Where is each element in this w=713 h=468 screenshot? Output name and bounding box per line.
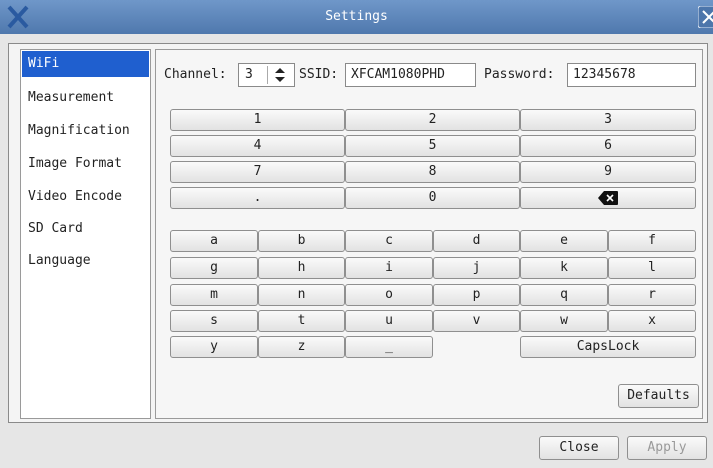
- key-l[interactable]: l: [608, 257, 696, 279]
- channel-spinbox[interactable]: 3: [238, 63, 295, 87]
- key-x[interactable]: x: [608, 310, 696, 332]
- sidebar-item-measurement[interactable]: Measurement: [22, 85, 149, 111]
- key-s[interactable]: s: [170, 310, 258, 332]
- sidebar-item-image-format[interactable]: Image Format: [22, 151, 149, 177]
- key-o[interactable]: o: [345, 284, 433, 306]
- key-5[interactable]: 5: [345, 135, 520, 157]
- key-c[interactable]: c: [345, 230, 433, 252]
- close-window-icon[interactable]: [698, 6, 713, 28]
- key-j[interactable]: j: [433, 257, 520, 279]
- channel-value: 3: [245, 67, 253, 82]
- key-6[interactable]: 6: [520, 135, 696, 157]
- key-r[interactable]: r: [608, 284, 696, 306]
- window-title: Settings: [325, 9, 388, 24]
- key-e[interactable]: e: [520, 230, 608, 252]
- settings-sidebar: WiFi Measurement Magnification Image For…: [20, 49, 151, 419]
- key-q[interactable]: q: [520, 284, 608, 306]
- password-field[interactable]: 12345678: [567, 63, 696, 87]
- sidebar-item-video-encode[interactable]: Video Encode: [22, 184, 149, 210]
- key-3[interactable]: 3: [520, 109, 696, 131]
- apply-button[interactable]: Apply: [627, 436, 707, 460]
- key-v[interactable]: v: [433, 310, 520, 332]
- key-0[interactable]: 0: [345, 187, 520, 209]
- sidebar-item-magnification[interactable]: Magnification: [22, 118, 149, 144]
- channel-label: Channel:: [164, 67, 227, 82]
- key-9[interactable]: 9: [520, 161, 696, 183]
- key-dot[interactable]: .: [170, 187, 345, 209]
- key-y[interactable]: y: [170, 336, 258, 358]
- key-i[interactable]: i: [345, 257, 433, 279]
- key-underscore[interactable]: _: [345, 336, 433, 358]
- key-2[interactable]: 2: [345, 109, 520, 131]
- key-4[interactable]: 4: [170, 135, 345, 157]
- password-label: Password:: [484, 67, 555, 82]
- key-n[interactable]: n: [258, 284, 345, 306]
- spin-arrows-icon[interactable]: [275, 68, 285, 82]
- key-g[interactable]: g: [170, 257, 258, 279]
- ssid-label: SSID:: [299, 67, 339, 82]
- defaults-button[interactable]: Defaults: [618, 384, 699, 408]
- sidebar-item-sd-card[interactable]: SD Card: [22, 216, 149, 242]
- key-8[interactable]: 8: [345, 161, 520, 183]
- key-z[interactable]: z: [258, 336, 345, 358]
- key-t[interactable]: t: [258, 310, 345, 332]
- key-w[interactable]: w: [520, 310, 608, 332]
- key-backspace[interactable]: [520, 187, 696, 209]
- close-button[interactable]: Close: [539, 436, 619, 460]
- key-u[interactable]: u: [345, 310, 433, 332]
- key-k[interactable]: k: [520, 257, 608, 279]
- key-m[interactable]: m: [170, 284, 258, 306]
- key-1[interactable]: 1: [170, 109, 345, 131]
- key-b[interactable]: b: [258, 230, 345, 252]
- key-p[interactable]: p: [433, 284, 520, 306]
- key-7[interactable]: 7: [170, 161, 345, 183]
- key-a[interactable]: a: [170, 230, 258, 252]
- spin-divider: [267, 66, 268, 84]
- sidebar-item-language[interactable]: Language: [22, 248, 149, 274]
- sidebar-item-wifi[interactable]: WiFi: [22, 51, 149, 77]
- ssid-field[interactable]: XFCAM1080PHD: [345, 63, 476, 87]
- key-d[interactable]: d: [433, 230, 520, 252]
- key-f[interactable]: f: [608, 230, 696, 252]
- key-h[interactable]: h: [258, 257, 345, 279]
- backspace-icon: [598, 190, 618, 205]
- key-capslock[interactable]: CapsLock: [520, 336, 696, 358]
